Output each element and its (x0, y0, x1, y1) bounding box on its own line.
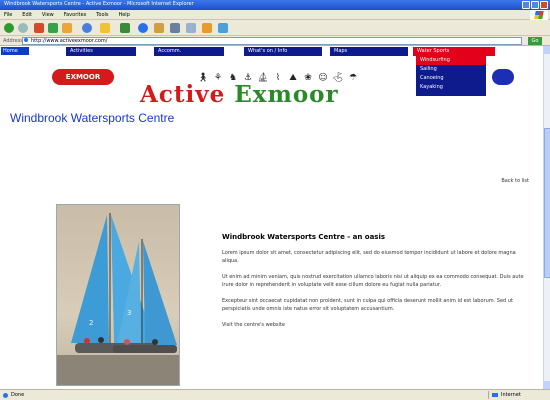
back-icon[interactable] (4, 23, 14, 33)
exmoor-pill-logo[interactable]: EXMOOR (52, 69, 114, 85)
window-title: Windbrook Watersports Centre - Active Ex… (4, 1, 194, 7)
sailing-dinghies-photo: 2 3 (56, 204, 180, 386)
refresh-icon[interactable] (48, 23, 58, 33)
address-url: http://www.activeexmoor.com/ (31, 38, 108, 44)
edit-icon[interactable] (186, 23, 196, 33)
toolbar (0, 20, 550, 36)
security-zone: Internet (488, 391, 548, 399)
back-link[interactable]: Back to list (501, 178, 529, 184)
maximize-button[interactable] (531, 1, 539, 9)
windows-logo-icon (530, 10, 548, 20)
paraglider-icon: ☂ (348, 73, 358, 83)
go-button[interactable]: Go (528, 37, 542, 45)
messenger-icon[interactable] (202, 23, 212, 33)
page-status-icon (3, 393, 8, 398)
nav-tab-maps[interactable]: Maps (330, 47, 408, 56)
page-title: Windbrook Watersports Centre (10, 111, 175, 125)
home-icon[interactable] (62, 23, 72, 33)
article-paragraph: Excepteur sint occaecat cupidatat non pr… (222, 298, 513, 312)
article-heading: Windbrook Watersports Centre - an oasis (222, 233, 386, 241)
window-controls (522, 1, 548, 9)
nav-tab-activities[interactable]: Activities (66, 47, 136, 56)
address-label: Address (3, 38, 23, 44)
close-button[interactable] (540, 1, 548, 9)
svg-text:2: 2 (89, 319, 93, 327)
menu-tools[interactable]: Tools (92, 10, 112, 18)
active-exmoor-logo[interactable]: Active Exmoor (140, 81, 339, 108)
nav-tab-accommodation[interactable]: Accomm. (154, 47, 224, 56)
nav-home[interactable]: Home (1, 47, 29, 55)
article-paragraph: Lorem ipsum dolor sit amet, consectetur … (222, 250, 516, 264)
search-icon[interactable] (82, 23, 92, 33)
page-icon (24, 38, 28, 42)
menu-view[interactable]: View (38, 10, 58, 18)
mail-icon[interactable] (154, 23, 164, 33)
sailing-photo-drawing: 2 3 (57, 205, 179, 385)
article-link[interactable]: Visit the centre's website (222, 321, 527, 329)
title-bar: Windbrook Watersports Centre - Active Ex… (0, 0, 550, 10)
stop-icon[interactable] (34, 23, 44, 33)
minimize-button[interactable] (522, 1, 530, 9)
menu-file[interactable]: File (0, 10, 16, 18)
browser-window: Windbrook Watersports Centre - Active Ex… (0, 0, 550, 400)
address-input[interactable]: http://www.activeexmoor.com/ (22, 37, 522, 45)
blue-pill-logo (492, 69, 514, 85)
scroll-up-button[interactable] (544, 46, 550, 54)
site-banner: EXMOOR 🚶︎ ⚘ ♞ ⚓ ⛵︎ ⌇ ⛰︎ ❀ ☺ ⛳︎ ☂ Active (0, 59, 543, 109)
status-text: Done (11, 392, 25, 398)
scroll-down-button[interactable] (544, 381, 550, 389)
svg-text:3: 3 (127, 309, 131, 317)
dropdown-header[interactable]: Water Sports (413, 47, 495, 56)
discuss-icon[interactable] (218, 23, 228, 33)
status-bar: Done Internet (0, 389, 550, 400)
logo-word-active: Active (140, 81, 226, 108)
vertical-scrollbar[interactable] (543, 46, 550, 389)
menu-bar: File Edit View Favorites Tools Help (0, 10, 550, 20)
web-page: Home Activities Accomm. What's on / Info… (0, 46, 543, 389)
history-icon[interactable] (138, 23, 148, 33)
menu-edit[interactable]: Edit (18, 10, 36, 18)
address-bar: Address http://www.activeexmoor.com/ Go (0, 36, 550, 46)
print-icon[interactable] (170, 23, 180, 33)
media-icon[interactable] (120, 23, 130, 33)
article-paragraph: Ut enim ad minim veniam, quis nostrud ex… (222, 274, 524, 288)
forward-icon[interactable] (18, 23, 28, 33)
article: Windbrook Watersports Centre - an oasis … (222, 233, 527, 337)
menu-favorites[interactable]: Favorites (60, 10, 91, 18)
logo-word-exmoor: Exmoor (234, 81, 339, 108)
nav-tab-whats-on[interactable]: What's on / Info (244, 47, 322, 56)
favorites-icon[interactable] (100, 23, 110, 33)
scroll-thumb[interactable] (544, 128, 550, 278)
menu-help[interactable]: Help (114, 10, 133, 18)
